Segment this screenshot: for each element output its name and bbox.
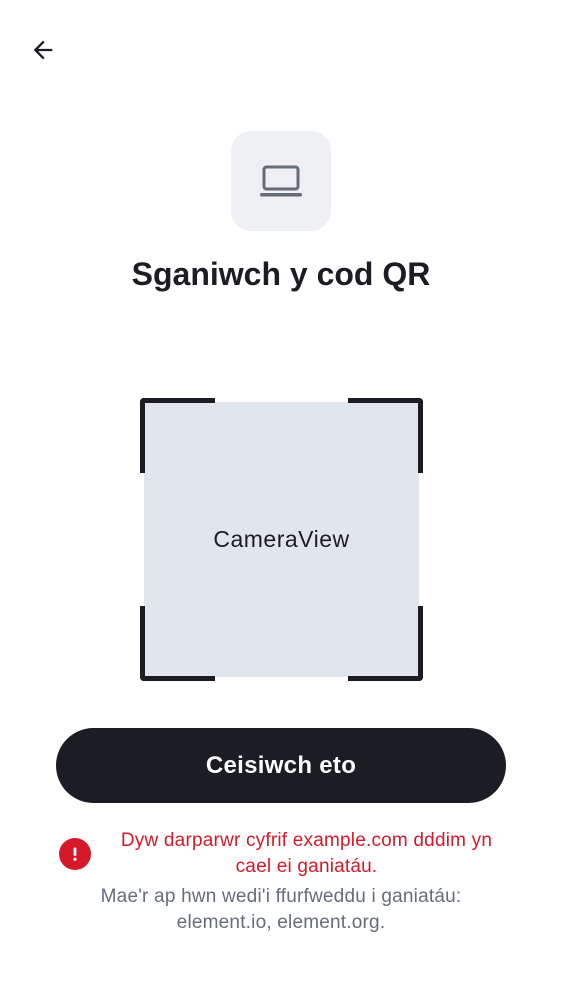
- exclamation-icon: [73, 847, 77, 861]
- camera-view-label: CameraView: [213, 526, 350, 552]
- laptop-icon: [260, 165, 302, 197]
- error-message-row: Dyw darparwr cyfrif example.com dddim yn…: [56, 828, 506, 880]
- allowed-providers-text: Mae'r ap hwn wedi'i ffurfweddu i ganiatá…: [100, 886, 462, 933]
- scanner-corner-bottom-right: [348, 606, 423, 681]
- back-button[interactable]: [22, 29, 64, 71]
- error-message: Dyw darparwr cyfrif example.com dddim yn…: [120, 830, 493, 877]
- scanner-corner-top-left: [140, 398, 215, 473]
- hero-icon-tile: [231, 131, 331, 231]
- retry-button[interactable]: Ceisiwch eto: [56, 728, 506, 803]
- arrow-left-icon: [33, 40, 53, 60]
- scanner-corner-top-right: [348, 398, 423, 473]
- scanner-corner-bottom-left: [140, 606, 215, 681]
- page-title: Sganiwch y cod QR: [131, 256, 431, 292]
- qr-scanner-frame: CameraView: [140, 398, 423, 681]
- error-icon: [59, 838, 91, 870]
- retry-button-label: Ceisiwch eto: [205, 751, 357, 779]
